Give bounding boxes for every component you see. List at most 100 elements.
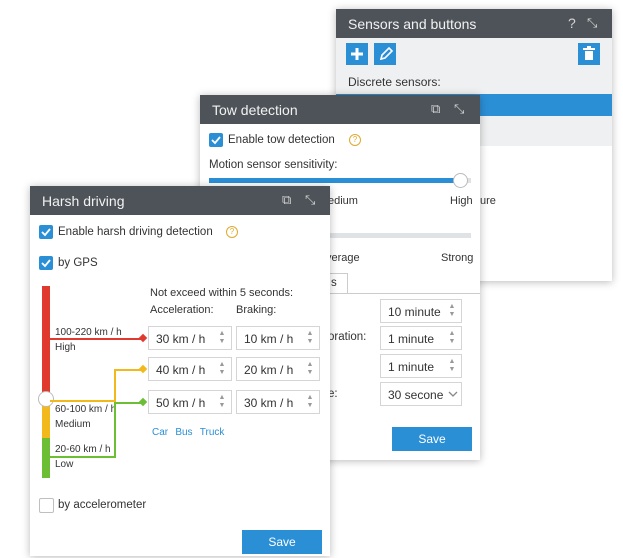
low-connector-arrow bbox=[138, 397, 148, 407]
stepper-icon[interactable]: ▲ ▼ bbox=[448, 330, 456, 346]
level-low-name: Low bbox=[55, 459, 74, 470]
braking-label: Braking: bbox=[236, 304, 277, 316]
level-medium-name: Medium bbox=[55, 419, 91, 430]
help-icon[interactable]: ? bbox=[349, 134, 361, 146]
tow-interval-select[interactable]: 30 secone bbox=[380, 382, 462, 406]
level-high-name: High bbox=[55, 342, 76, 353]
stepper-icon[interactable]: ▲ ▼ bbox=[218, 330, 226, 346]
motion-slider-fill bbox=[209, 178, 461, 183]
slider-label-high: High bbox=[450, 195, 473, 207]
medium-braking-field[interactable]: 20 km / h ▲ ▼ bbox=[236, 357, 320, 381]
level-high-speed: 100-220 km / h bbox=[55, 327, 122, 338]
medium-connector bbox=[50, 400, 116, 402]
edit-sensor-button[interactable] bbox=[374, 43, 396, 65]
copy-icon[interactable]: ⧉ bbox=[282, 193, 291, 207]
motion-sensitivity-label: Motion sensor sensitivity: bbox=[209, 159, 338, 171]
high-braking-value: 10 km / h bbox=[244, 332, 294, 346]
high-connector bbox=[50, 338, 144, 340]
delete-sensor-button[interactable] bbox=[578, 43, 600, 65]
high-braking-field[interactable]: 10 km / h ▲ ▼ bbox=[236, 326, 320, 350]
harsh-title: Harsh driving bbox=[42, 193, 125, 209]
chevron-down-icon bbox=[448, 391, 458, 397]
harsh-enable-row[interactable]: Enable harsh driving detection ? bbox=[39, 225, 319, 241]
sensors-cut-text: ure bbox=[480, 195, 496, 207]
tow-enable-row[interactable]: Enable tow detection ? bbox=[209, 133, 469, 149]
stepper-icon[interactable]: ▲ ▼ bbox=[218, 394, 226, 410]
harsh-titlebar: Harsh driving ⧉ ⤡ bbox=[30, 186, 330, 215]
gps-row[interactable]: by GPS bbox=[39, 256, 159, 272]
sensors-titlebar: Sensors and buttons ? ⤡ bbox=[336, 9, 612, 38]
tow-title: Tow detection bbox=[212, 102, 298, 118]
check-icon bbox=[211, 136, 221, 145]
help-icon[interactable]: ? bbox=[568, 16, 576, 30]
check-icon bbox=[41, 259, 51, 268]
medium-acceleration-field[interactable]: 40 km / h ▲ ▼ bbox=[148, 357, 232, 381]
slider-label-strong: Strong bbox=[441, 252, 474, 264]
low-acceleration-field[interactable]: 50 km / h ▲ ▼ bbox=[148, 390, 232, 414]
tow-duration2-value: 1 minute bbox=[388, 332, 435, 346]
vehicle-link-car[interactable]: Car bbox=[152, 427, 168, 438]
plus-icon bbox=[351, 48, 363, 60]
tow-enable-label: Enable tow detection bbox=[228, 134, 335, 146]
motion-slider-handle[interactable] bbox=[453, 173, 468, 188]
trash-icon bbox=[583, 46, 595, 60]
medium-connector-v bbox=[114, 369, 116, 402]
discrete-sensors-header: Discrete sensors: bbox=[336, 70, 612, 94]
medium-braking-value: 20 km / h bbox=[244, 363, 294, 377]
stepper-icon[interactable]: ▲ ▼ bbox=[306, 330, 314, 346]
add-sensor-button[interactable] bbox=[346, 43, 368, 65]
copy-icon[interactable]: ⧉ bbox=[431, 102, 440, 116]
level-low-speed: 20-60 km / h bbox=[55, 444, 111, 455]
collapse-icon[interactable]: ⤡ bbox=[587, 16, 597, 30]
high-connector-arrow bbox=[138, 333, 148, 343]
harsh-panel: Harsh driving ⧉ ⤡ Enable harsh driving d… bbox=[30, 186, 330, 556]
collapse-icon[interactable]: ⤡ bbox=[305, 193, 315, 207]
scale-low bbox=[42, 438, 50, 478]
accelerometer-row[interactable]: by accelerometer bbox=[39, 498, 199, 514]
tow-duration-field[interactable]: 10 minute ▲ ▼ bbox=[380, 299, 462, 323]
scale-handle[interactable] bbox=[38, 391, 54, 407]
tow-duration2-field[interactable]: 1 minute ▲ ▼ bbox=[380, 326, 462, 350]
gps-label: by GPS bbox=[58, 257, 98, 269]
harsh-enable-label: Enable harsh driving detection bbox=[58, 226, 213, 238]
slider-label-average: verage bbox=[326, 252, 360, 264]
low-acceleration-value: 50 km / h bbox=[156, 396, 206, 410]
stepper-icon[interactable]: ▲ ▼ bbox=[448, 303, 456, 319]
sensors-title: Sensors and buttons bbox=[348, 16, 477, 32]
stepper-icon[interactable]: ▲ ▼ bbox=[306, 361, 314, 377]
acceleration-label: Acceleration: bbox=[150, 304, 214, 316]
stepper-icon[interactable]: ▲ ▼ bbox=[218, 361, 226, 377]
tow-duration-value: 10 minute bbox=[388, 305, 441, 319]
collapse-icon[interactable]: ⤡ bbox=[454, 102, 464, 116]
discrete-sensors-label: Discrete sensors: bbox=[348, 75, 441, 89]
tow-interval-value: 30 secone bbox=[388, 388, 444, 402]
high-acceleration-field[interactable]: 30 km / h ▲ ▼ bbox=[148, 326, 232, 350]
help-icon[interactable]: ? bbox=[226, 226, 238, 238]
vehicle-link-bus[interactable]: Bus bbox=[175, 427, 192, 438]
medium-acceleration-value: 40 km / h bbox=[156, 363, 206, 377]
harsh-enable-checkbox[interactable] bbox=[39, 225, 53, 239]
harsh-save-button[interactable]: Save bbox=[242, 530, 322, 554]
low-connector-v bbox=[114, 402, 116, 458]
tow-tab-label: s bbox=[331, 277, 337, 289]
gps-checkbox[interactable] bbox=[39, 256, 53, 270]
level-medium-speed: 60-100 km / h bbox=[55, 404, 117, 415]
stepper-icon[interactable]: ▲ ▼ bbox=[448, 358, 456, 374]
tow-enable-checkbox[interactable] bbox=[209, 133, 223, 147]
vehicle-link-truck[interactable]: Truck bbox=[200, 427, 225, 438]
check-icon bbox=[41, 228, 51, 237]
sensors-toolbar bbox=[336, 38, 612, 70]
accelerometer-checkbox[interactable] bbox=[39, 498, 54, 513]
slider-label-medium: edium bbox=[328, 195, 358, 207]
stepper-icon[interactable]: ▲ ▼ bbox=[306, 394, 314, 410]
medium-connector-arrow bbox=[138, 364, 148, 374]
motion-slider-track[interactable] bbox=[209, 173, 471, 188]
low-braking-field[interactable]: 30 km / h ▲ ▼ bbox=[236, 390, 320, 414]
low-connector bbox=[50, 456, 116, 458]
tow-tab-line bbox=[320, 293, 480, 294]
tow-duration3-field[interactable]: 1 minute ▲ ▼ bbox=[380, 354, 462, 378]
high-acceleration-value: 30 km / h bbox=[156, 332, 206, 346]
tow-duration3-value: 1 minute bbox=[388, 360, 435, 374]
tow-save-button[interactable]: Save bbox=[392, 427, 472, 451]
accelerometer-label: by accelerometer bbox=[58, 499, 147, 511]
